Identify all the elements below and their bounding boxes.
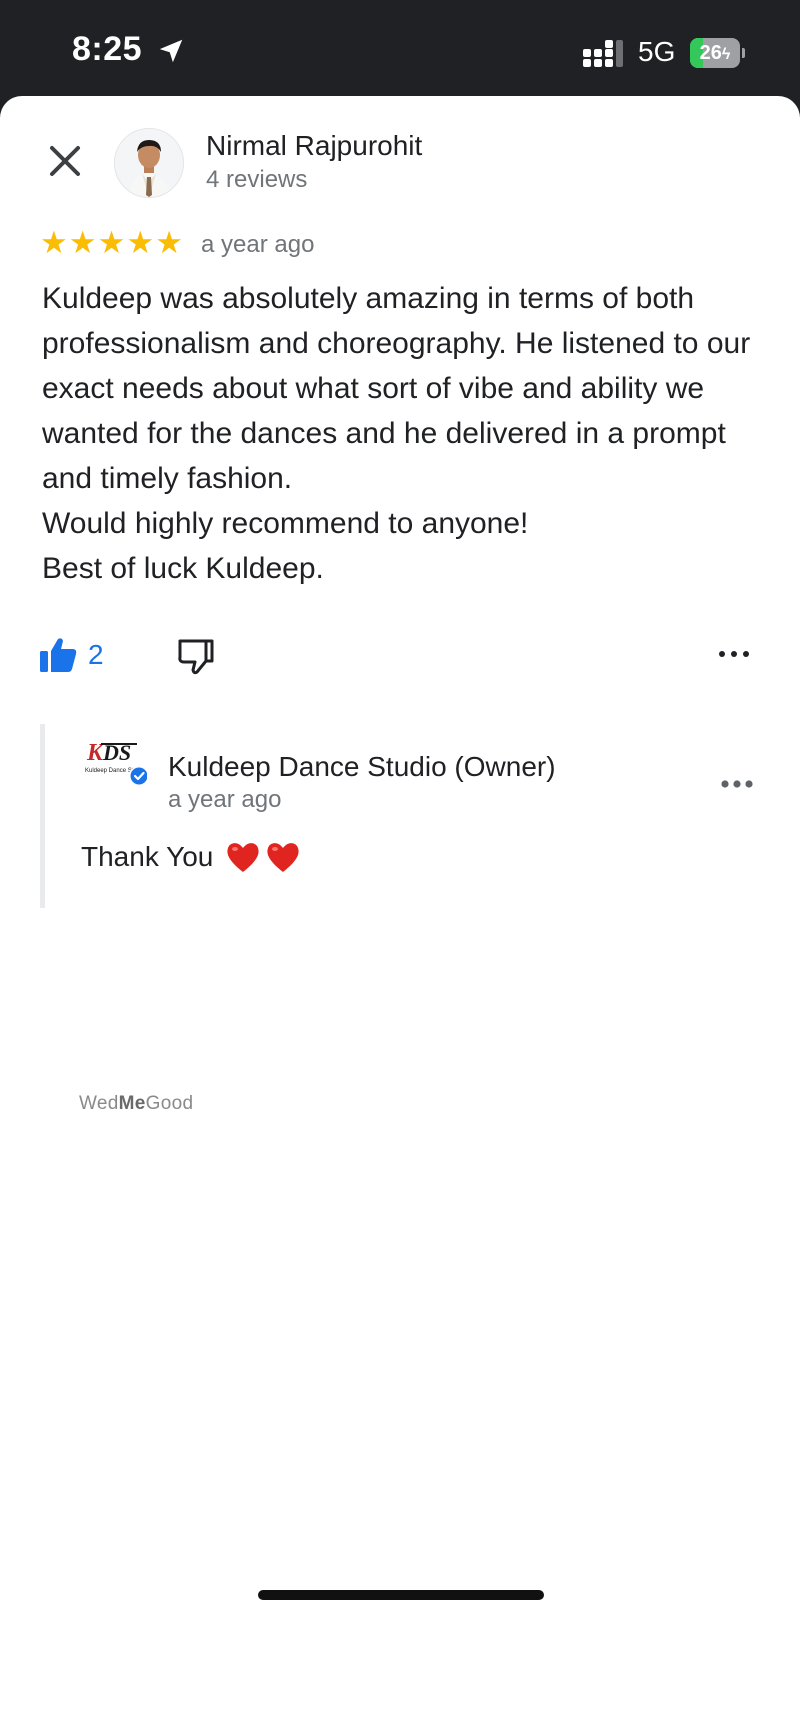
person-photo <box>115 129 183 197</box>
like-button[interactable]: 2 <box>40 634 104 676</box>
reviewer-review-count: 4 reviews <box>206 166 308 193</box>
status-bar: 8:25 5G 26ϟ <box>0 0 800 96</box>
battery-level: 26ϟ <box>699 42 731 64</box>
home-indicator[interactable] <box>258 1590 544 1600</box>
review-text-paragraph: Kuldeep was absolutely amazing in terms … <box>42 282 751 495</box>
review-text: Kuldeep was absolutely amazing in terms … <box>42 276 762 591</box>
thumbs-up-icon <box>40 638 77 672</box>
owner-logo: K DS Kuldeep Dance Stu <box>83 734 149 788</box>
reviewer-avatar[interactable] <box>114 128 184 198</box>
star-icon: ★ <box>68 225 97 260</box>
reviewer-name[interactable]: Nirmal Rajpurohit <box>206 130 422 162</box>
status-time: 8:25 <box>72 30 143 68</box>
watermark: WedMeGood <box>79 1093 194 1114</box>
star-rating: ★ ★ ★ ★ ★ <box>40 225 183 260</box>
review-sheet: Nirmal Rajpurohit 4 reviews ★ ★ ★ ★ ★ a year… <box>0 96 800 1731</box>
review-time: a year ago <box>201 231 315 258</box>
owner-reply: K DS Kuldeep Dance Stu Kuldeep Dance Stu… <box>40 724 765 908</box>
review-text-paragraph: Best of luck Kuldeep. <box>42 552 324 585</box>
network-label: 5G <box>638 36 676 67</box>
more-options-icon[interactable] <box>712 641 756 667</box>
star-icon: ★ <box>40 225 68 260</box>
signal-icon <box>583 40 623 67</box>
reply-time: a year ago <box>168 786 282 813</box>
kds-logo-icon: K DS Kuldeep Dance Stu <box>85 740 149 786</box>
heart-emoji-icon <box>267 843 299 872</box>
thumbs-down-icon[interactable] <box>176 636 216 676</box>
location-arrow-icon <box>159 39 183 63</box>
heart-emoji-icon <box>227 843 259 872</box>
review-text-paragraph: Would highly recommend to anyone! <box>42 507 529 540</box>
owner-name: Kuldeep Dance Studio (Owner) <box>168 751 556 782</box>
reply-message: Thank You <box>81 841 214 872</box>
svg-text:Kuldeep Dance Stu: Kuldeep Dance Stu <box>85 768 137 774</box>
hearts <box>225 840 301 874</box>
reply-text: Thank You <box>81 840 301 874</box>
like-count: 2 <box>88 639 104 670</box>
star-icon: ★ <box>97 225 126 260</box>
battery-charging-icon: 26ϟ <box>690 38 745 68</box>
close-icon[interactable] <box>42 138 88 184</box>
star-icon: ★ <box>155 225 183 260</box>
star-icon: ★ <box>126 225 155 260</box>
reply-more-options-icon[interactable] <box>715 771 759 797</box>
